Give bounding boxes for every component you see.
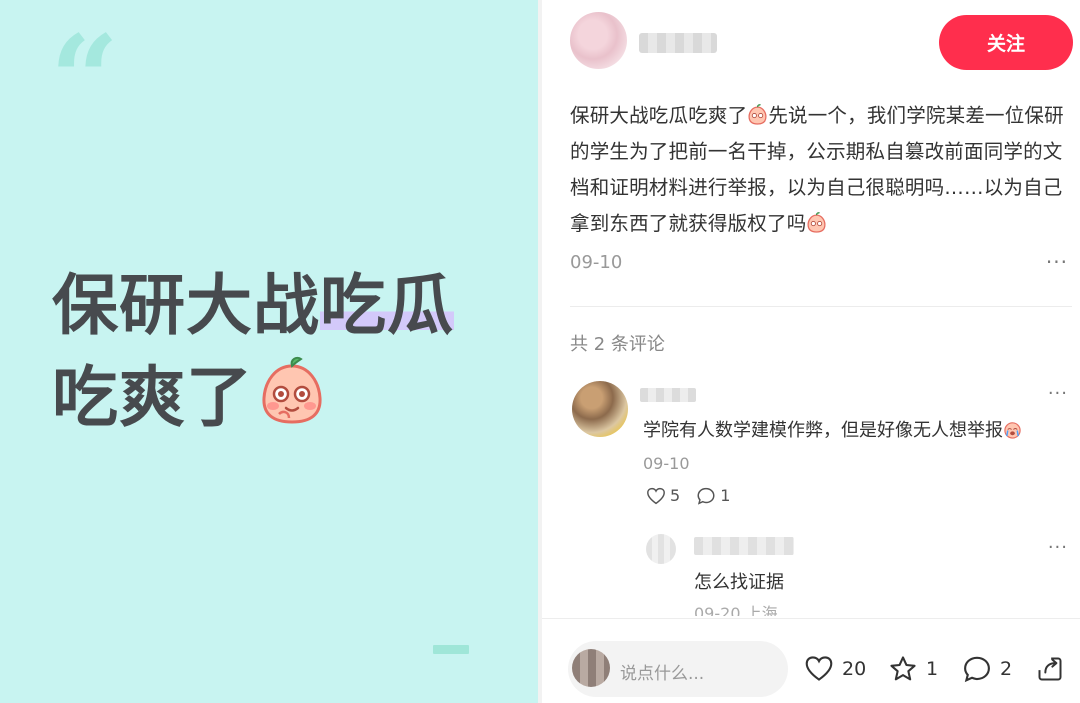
like-button[interactable]: 20 [804,655,866,682]
decorative-dash [433,645,469,654]
quote-mark-icon: “ [50,9,119,150]
blush-emoji-icon [807,212,826,233]
comment-count: 共 2 条评论 [570,334,665,355]
share-icon [1038,657,1062,681]
author-avatar[interactable] [570,12,627,69]
blush-emoji-icon [259,356,325,450]
comment-date: 09-10 [643,454,690,473]
bottom-action-bar: 说点什么... 20 1 2 [542,618,1080,703]
commenter-avatar[interactable] [572,381,628,437]
star-icon [890,656,916,681]
card-title: 保研大战吃瓜 吃爽了 [52,260,454,450]
post-more-icon[interactable]: ··· [1046,250,1068,274]
comment-like-button[interactable]: 5 [646,486,680,505]
comment-reply-button[interactable]: 1 [696,486,730,505]
comment-actions: 5 1 [646,486,730,505]
crying-emoji-icon [1004,422,1021,439]
comment-input-placeholder[interactable]: 说点什么... [620,659,704,684]
commenter-name[interactable] [640,388,696,402]
post-text-part1: 保研大战吃瓜吃爽了 [570,104,748,127]
author-name[interactable] [639,33,717,53]
comment-button[interactable]: 2 [962,655,1012,683]
reply-meta: 09-20 上海 [694,604,778,616]
reply-more-icon[interactable]: ··· [1048,537,1068,558]
comment-like-count: 5 [670,486,681,505]
post-date: 09-10 [570,252,623,273]
collect-count: 1 [926,658,939,680]
reply-text: 怎么找证据 [694,572,784,593]
chat-bubble-icon [964,656,990,683]
comment-more-icon[interactable]: ··· [1048,383,1068,404]
post-text: 保研大战吃瓜吃爽了 先说一个，我们学院某差一位保研的学生为了把前一名干掉，公示期私… [570,98,1070,242]
chat-bubble-icon [697,487,715,505]
reply-avatar[interactable] [646,534,676,564]
section-divider [570,306,1072,307]
follow-button[interactable]: 关注 [939,15,1073,70]
post-detail-panel: 关注 保研大战吃瓜吃爽了 先说一个，我们学院某差一位保研的学生为了把前一名干掉，公… [542,0,1080,703]
collect-button[interactable]: 1 [888,655,938,683]
heart-icon [647,487,665,504]
card-title-line1: 保研大战 [52,267,320,344]
card-title-highlight: 吃瓜 [320,267,454,344]
my-avatar [572,649,610,687]
comment-total-count: 2 [1000,658,1013,680]
comment-reply-count: 1 [720,486,731,505]
card-title-line2: 吃爽了 [52,359,253,436]
share-button[interactable] [1036,655,1064,683]
reply-name[interactable] [694,537,794,555]
post-image-card[interactable]: “ 保研大战吃瓜 吃爽了 [0,0,538,703]
blush-emoji-icon [748,104,767,125]
like-count: 20 [842,657,867,680]
heart-icon [805,656,833,681]
comment-text-content: 学院有人数学建模作弊，但是好像无人想举报 [643,420,1003,441]
comment-text: 学院有人数学建模作弊，但是好像无人想举报 [643,416,1022,442]
